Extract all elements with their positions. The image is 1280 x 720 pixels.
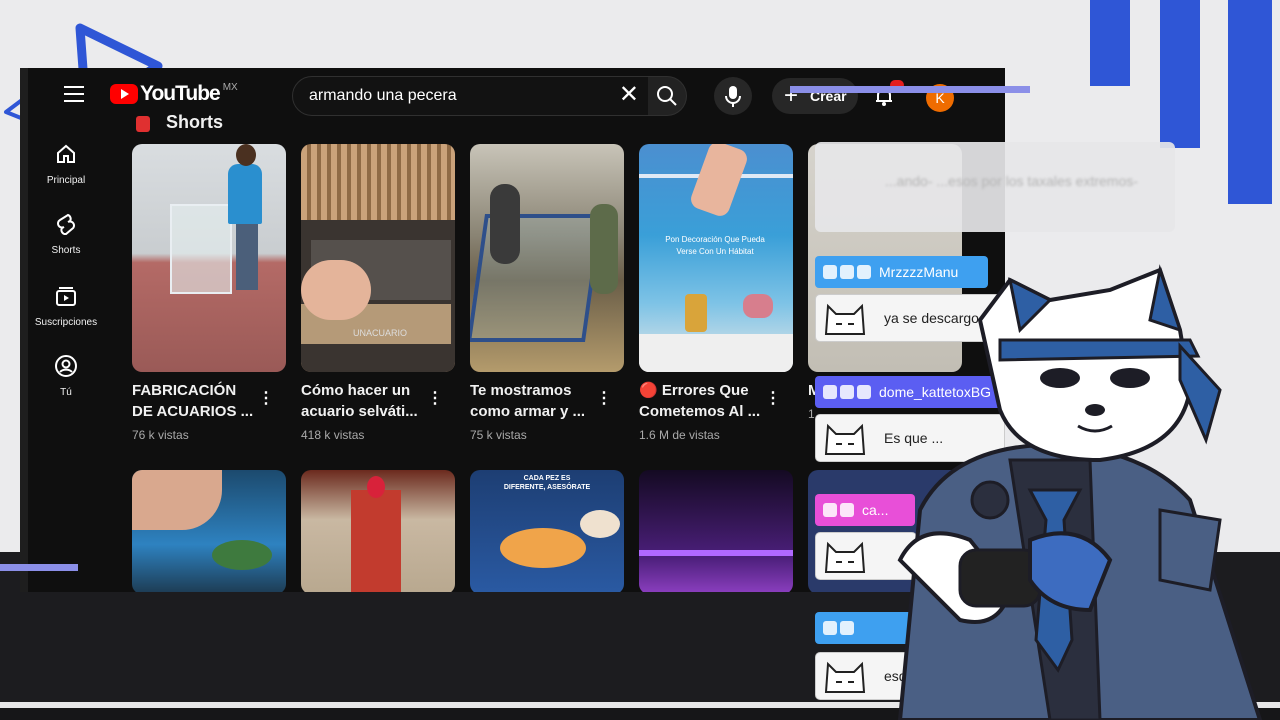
chat-top-message: ...ando- ...esos por los taxales extremo… [885, 173, 1138, 189]
chat-top-card: ...ando- ...esos por los taxales extremo… [815, 142, 1175, 232]
short-title[interactable]: Te mostramos como armar y ... [470, 380, 595, 422]
search-input[interactable]: armando una pecera [309, 87, 457, 105]
clear-search-icon[interactable]: ✕ [619, 83, 639, 107]
cat-icon [840, 385, 854, 399]
short-title[interactable]: 🔴 Errores Que Cometemos Al ... [639, 380, 764, 422]
thumb-caption: Pon Decoración Que Pueda Verse Con Un Há… [665, 235, 765, 256]
short-thumbnail[interactable]: CADA PEZ ES DIFERENTE, ASESÓRATE [470, 470, 624, 592]
you-icon [55, 355, 77, 377]
thumb-caption: CADA PEZ ES DIFERENTE, ASESÓRATE [503, 475, 591, 491]
short-title[interactable]: FABRICACIÓN DE ACUARIOS ... [132, 380, 257, 422]
short-views: 75 k vistas [470, 428, 527, 442]
menu-icon[interactable] [64, 86, 84, 104]
more-options-icon[interactable]: ⋮ [596, 388, 612, 408]
guide-label: Tú [60, 387, 72, 398]
home-icon [57, 144, 75, 163]
create-button[interactable]: + Crear [772, 78, 858, 114]
short-thumbnail[interactable] [301, 470, 455, 592]
short-thumbnail[interactable] [132, 144, 286, 372]
guide-item-tu[interactable]: Tú [28, 354, 104, 398]
short-views: 1.6 M de vistas [639, 428, 720, 442]
more-options-icon[interactable]: ⋮ [258, 388, 274, 408]
search-box[interactable]: armando una pecera ✕ [292, 76, 650, 116]
rocket-icon [823, 265, 837, 279]
short-thumbnail[interactable]: UNACUARIO [301, 144, 455, 372]
guide-label: Suscripciones [34, 317, 98, 328]
voice-search-button[interactable] [714, 77, 752, 115]
short-card[interactable]: Te mostramos como armar y ... 75 k vista… [470, 144, 624, 442]
more-options-icon[interactable]: ⋮ [765, 388, 781, 408]
overlay-line [790, 86, 1030, 93]
logo-text: YouTube [140, 82, 221, 105]
subscriptions-icon [56, 287, 76, 306]
shorts-logo-icon [136, 116, 150, 132]
rocket-icon [823, 621, 837, 635]
short-thumbnail[interactable] [470, 144, 624, 372]
short-views: 76 k vistas [132, 428, 189, 442]
guide-label: Shorts [51, 245, 81, 256]
guide-sidebar: Principal Shorts Suscripciones Tú [28, 124, 104, 592]
guide-item-shorts[interactable]: Shorts [28, 212, 104, 256]
short-card[interactable]: UNACUARIO Cómo hacer un acuario selváti.… [301, 144, 455, 442]
short-card[interactable] [132, 470, 286, 592]
search-button[interactable] [648, 76, 687, 116]
search-icon [657, 86, 677, 106]
short-card[interactable]: CADA PEZ ES DIFERENTE, ASESÓRATE [470, 470, 624, 592]
short-card[interactable]: FABRICACIÓN DE ACUARIOS ... 76 k vistas … [132, 144, 286, 442]
cat-icon [840, 621, 854, 635]
region-code: MX [222, 81, 238, 93]
heart-icon [823, 503, 837, 517]
cat-icon [840, 265, 854, 279]
short-card[interactable] [639, 470, 793, 592]
overlay-line [0, 564, 78, 571]
streamer-mascot-image [897, 264, 1263, 720]
rocket-icon [823, 385, 837, 399]
warning-icon [840, 503, 854, 517]
more-options-icon[interactable]: ⋮ [427, 388, 443, 408]
window-edge [20, 68, 28, 592]
guide-item-suscripciones[interactable]: Suscripciones [28, 284, 104, 328]
short-title[interactable]: Cómo hacer un acuario selváti... [301, 380, 426, 422]
short-card[interactable] [301, 470, 455, 592]
short-thumbnail[interactable]: Pon Decoración Que Pueda Verse Con Un Há… [639, 144, 793, 372]
microphone-icon [725, 86, 741, 107]
thumb-watermark: UNACUARIO [353, 328, 408, 338]
section-title: Shorts [166, 112, 224, 132]
short-thumbnail[interactable] [639, 470, 793, 592]
shorts-icon [57, 213, 75, 236]
short-thumbnail[interactable] [132, 470, 286, 592]
youtube-logo[interactable]: YouTube MX [110, 82, 238, 106]
guide-item-principal[interactable]: Principal [28, 142, 104, 186]
short-views: 418 k vistas [301, 428, 365, 442]
short-card[interactable]: Pon Decoración Que Pueda Verse Con Un Há… [639, 144, 793, 442]
guide-label: Principal [46, 175, 86, 186]
youtube-play-icon [110, 84, 138, 104]
